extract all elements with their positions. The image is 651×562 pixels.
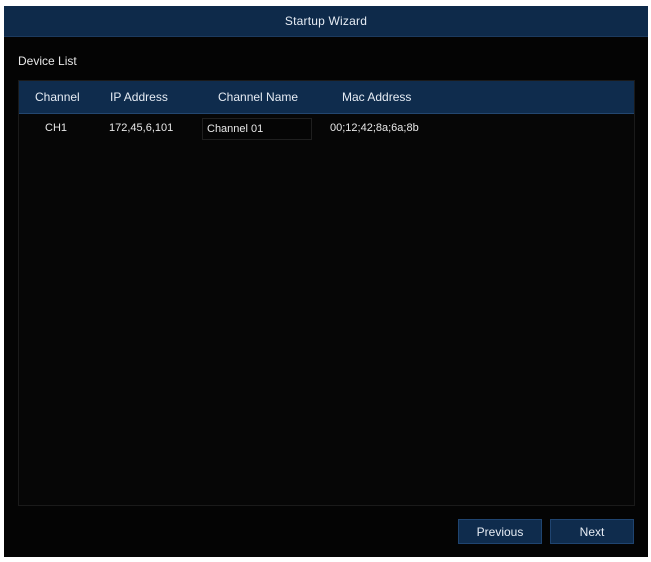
column-header-channel-name: Channel Name [218, 90, 299, 104]
cell-mac-address: 00;12;42;8a;6a;8b [330, 122, 419, 134]
device-list-label: Device List [18, 54, 77, 68]
startup-wizard-window: Startup Wizard Device List Channel IP Ad… [4, 6, 648, 557]
column-header-ip-address: IP Address [110, 90, 168, 104]
table-header: Channel IP Address Channel Name Mac Addr… [19, 81, 634, 114]
device-table: Channel IP Address Channel Name Mac Addr… [18, 80, 635, 506]
table-row[interactable]: CH1 172,45,6,101 00;12;42;8a;6a;8b [19, 114, 634, 142]
previous-button[interactable]: Previous [458, 519, 542, 544]
window-title: Startup Wizard [4, 6, 648, 37]
column-header-channel: Channel [35, 90, 80, 104]
next-button[interactable]: Next [550, 519, 634, 544]
cell-ip-address: 172,45,6,101 [109, 122, 174, 134]
column-header-mac-address: Mac Address [342, 90, 412, 104]
cell-channel: CH1 [45, 122, 68, 134]
channel-name-input[interactable] [202, 118, 312, 140]
